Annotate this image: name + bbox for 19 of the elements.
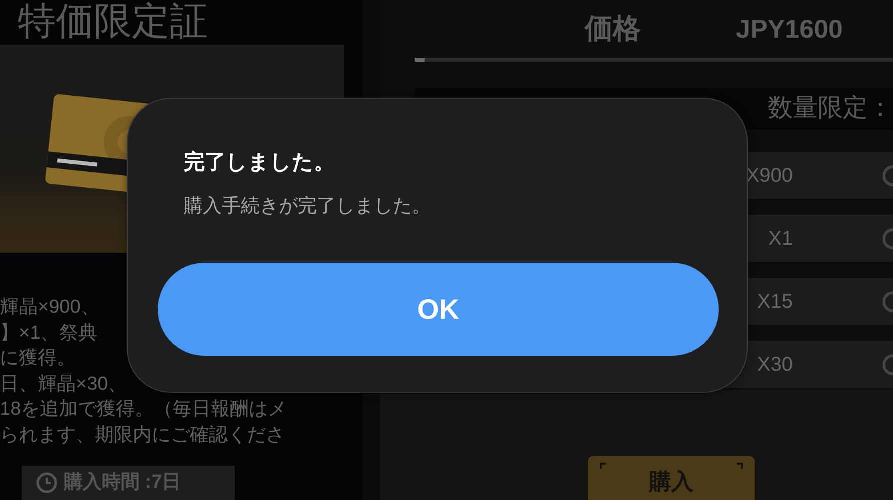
- quantity-limit-label: 数量限定：: [768, 93, 893, 124]
- price-label: 価格: [585, 12, 641, 46]
- price-value: JPY1600: [736, 12, 843, 46]
- dialog-title: 完了しました。: [184, 150, 335, 176]
- description-line: 日、輝晶×30、: [0, 372, 128, 397]
- ok-button[interactable]: OK: [158, 263, 719, 356]
- product-title: 特価限定証: [17, 0, 209, 45]
- radio-icon: [883, 164, 893, 186]
- clock-icon: [36, 472, 58, 494]
- description-line: に獲得。: [0, 347, 76, 372]
- dialog-message: 購入手続きが完了しました。: [184, 194, 431, 218]
- radio-icon: [883, 290, 893, 312]
- radio-icon: [883, 354, 893, 376]
- description-line: 】×1、祭典: [0, 322, 98, 346]
- description-line: られます、期限内にご確認くださ: [0, 424, 285, 448]
- description-line: 輝晶×900、: [0, 296, 100, 320]
- buy-button[interactable]: 購入: [588, 456, 755, 500]
- description-line: 18を追加で獲得。（毎日報酬はメ: [0, 398, 288, 422]
- radio-icon: [883, 228, 893, 250]
